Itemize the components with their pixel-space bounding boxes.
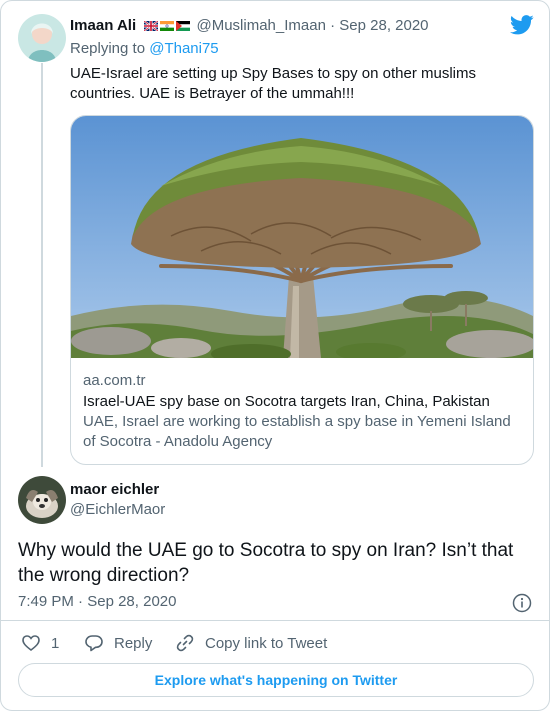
explore-button[interactable]: Explore what's happening on Twitter bbox=[18, 663, 534, 697]
reply-icon bbox=[85, 635, 103, 652]
link-description: UAE, Israel are working to establish a s… bbox=[83, 413, 511, 450]
separator: · bbox=[330, 17, 336, 34]
replying-label: Replying to bbox=[70, 40, 146, 57]
twitter-bird-icon[interactable] bbox=[510, 15, 534, 35]
avatar[interactable] bbox=[18, 476, 66, 524]
replying-handle[interactable]: @Thani75 bbox=[149, 40, 218, 57]
author-name[interactable]: Imaan Ali bbox=[70, 17, 136, 34]
info-icon[interactable] bbox=[512, 593, 532, 613]
india-flag-icon bbox=[160, 21, 175, 32]
like-count: 1 bbox=[51, 634, 60, 652]
link-domain: aa.com.tr bbox=[83, 372, 146, 389]
reply-button[interactable]: Reply bbox=[84, 633, 152, 653]
link-card[interactable]: aa.com.tr Israel-UAE spy base on Socotra… bbox=[70, 115, 534, 465]
copy-link-label: Copy link to Tweet bbox=[205, 634, 328, 652]
copy-link-button[interactable]: Copy link to Tweet bbox=[175, 633, 327, 653]
dragon-blood-tree-photo bbox=[71, 116, 533, 358]
replying-to: Replying to @Thani75 bbox=[70, 40, 219, 57]
avatar[interactable] bbox=[18, 14, 66, 62]
tweet-date[interactable]: Sep 28, 2020 bbox=[339, 17, 428, 34]
divider bbox=[1, 620, 549, 621]
author-handle[interactable]: @Muslimah_Imaan bbox=[196, 17, 325, 34]
tweet-time: 7:49 PM bbox=[18, 593, 74, 610]
author-name[interactable]: maor eichler bbox=[70, 481, 159, 498]
tweet-timestamp[interactable]: 7:49 PM · Sep 28, 2020 bbox=[18, 593, 176, 610]
tweet-text: UAE-Israel are setting up Spy Bases to s… bbox=[70, 65, 477, 102]
embedded-tweet-card: Imaan Ali @Muslimah_Imaan · Sep 28, 2020… bbox=[0, 0, 550, 711]
link-title[interactable]: Israel-UAE spy base on Socotra targets I… bbox=[83, 392, 523, 412]
uk-flag-icon bbox=[144, 21, 159, 32]
heart-icon bbox=[22, 635, 40, 652]
reply-label: Reply bbox=[114, 634, 153, 652]
link-icon bbox=[176, 634, 194, 652]
tweet-date: Sep 28, 2020 bbox=[87, 593, 177, 610]
tweet-text: Why would the UAE go to Socotra to spy o… bbox=[18, 540, 514, 586]
flag-icons bbox=[144, 17, 196, 34]
author-handle[interactable]: @EichlerMaor bbox=[70, 501, 165, 518]
thread-line bbox=[41, 63, 43, 467]
like-button[interactable]: 1 bbox=[21, 633, 59, 653]
separator: · bbox=[78, 593, 84, 610]
palestine-flag-icon bbox=[176, 21, 191, 32]
